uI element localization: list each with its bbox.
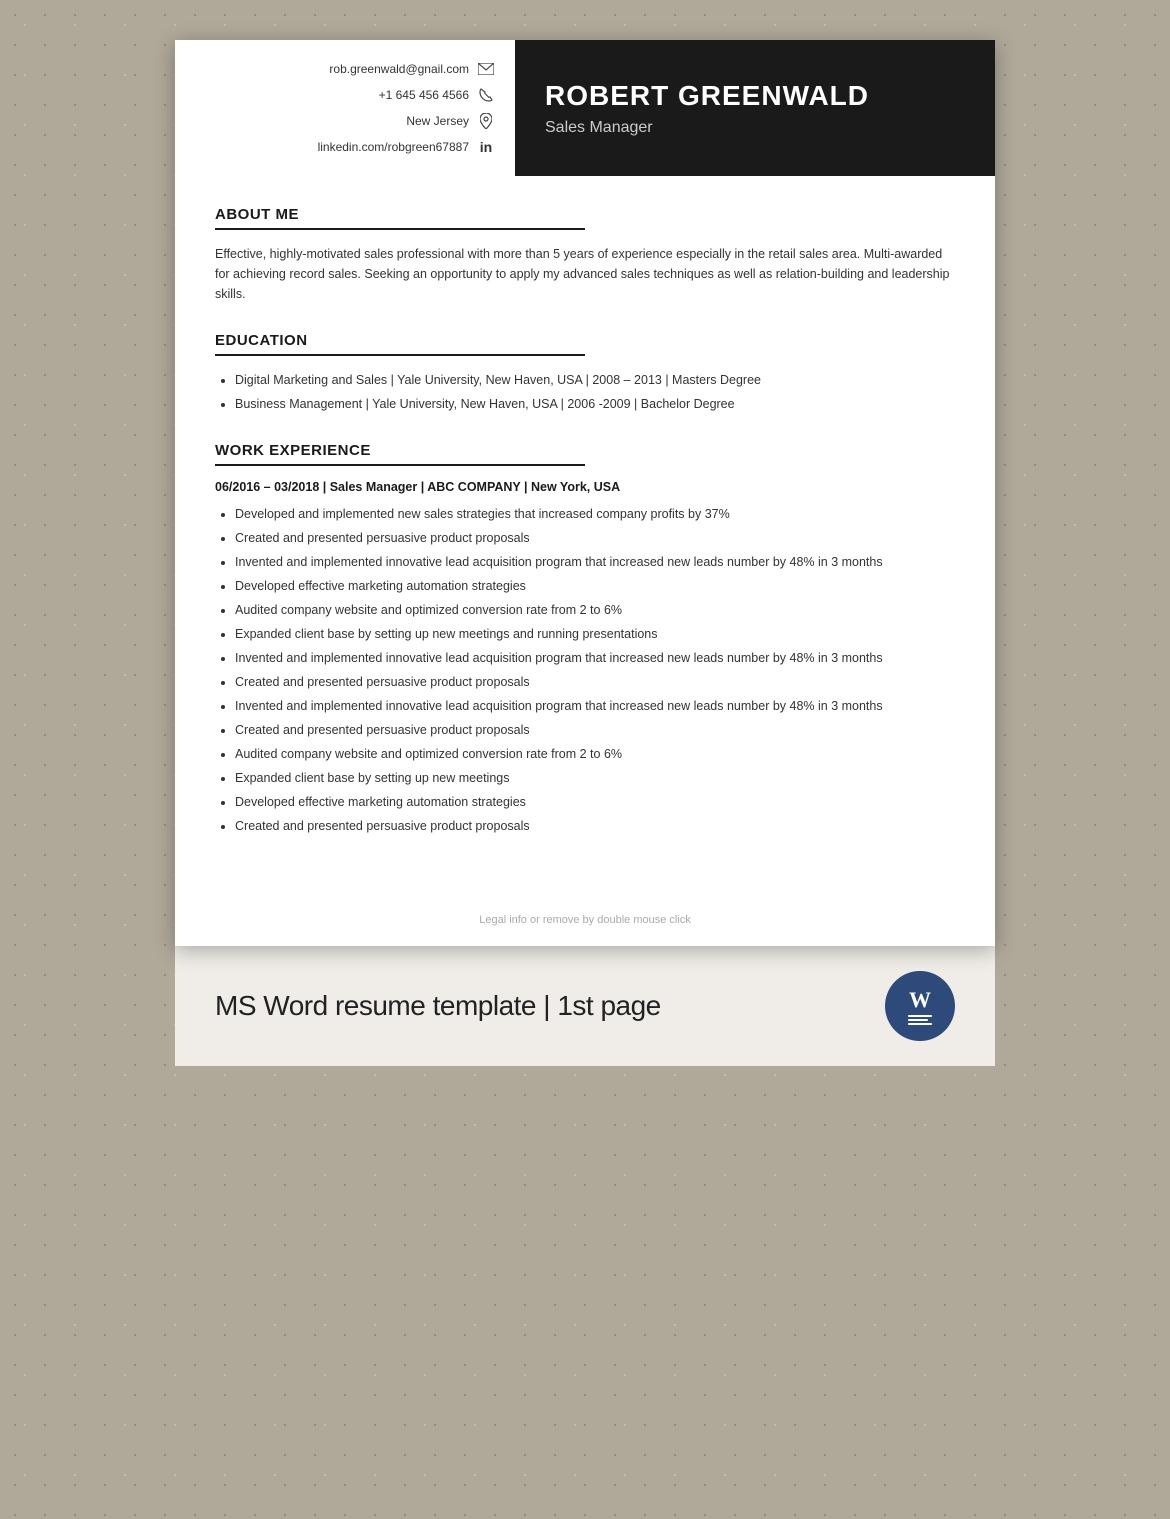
work-section: WORK EXPERIENCE 06/2016 – 03/2018 | Sale… [215,442,955,836]
bottom-bar: MS Word resume template | 1st page W [175,946,995,1066]
word-line-1 [908,1015,932,1017]
bullet-9: Invented and implemented innovative lead… [235,696,955,716]
linkedin-text: linkedin.com/robgreen67887 [318,140,469,154]
resume-name: ROBERT GREENWALD [545,79,965,113]
page-container: rob.greenwald@gnail.com +1 645 456 4566 [0,40,1170,1066]
bullet-3: Invented and implemented innovative lead… [235,552,955,572]
about-section: ABOUT ME Effective, highly-motivated sal… [215,206,955,304]
about-title: ABOUT ME [215,206,585,230]
job-header: 06/2016 – 03/2018 | Sales Manager | ABC … [215,480,955,494]
contact-section: rob.greenwald@gnail.com +1 645 456 4566 [175,40,515,176]
education-section: EDUCATION Digital Marketing and Sales | … [215,332,955,414]
education-list: Digital Marketing and Sales | Yale Unive… [215,370,955,414]
job-bullets: Developed and implemented new sales stra… [215,504,955,836]
phone-icon [477,86,495,104]
word-badge: W [885,971,955,1041]
word-line-3 [908,1023,932,1025]
work-title: WORK EXPERIENCE [215,442,585,466]
name-section: ROBERT GREENWALD Sales Manager [515,40,995,176]
resume-document: rob.greenwald@gnail.com +1 645 456 4566 [175,40,995,946]
location-text: New Jersey [406,114,469,128]
location-icon [477,112,495,130]
footer-note: Legal info or remove by double mouse cli… [175,894,995,946]
work-job-1: 06/2016 – 03/2018 | Sales Manager | ABC … [215,480,955,836]
word-badge-inner: W [908,987,932,1025]
word-line-2 [908,1019,928,1021]
edu-item-2: Business Management | Yale University, N… [235,394,955,414]
resume-body: ABOUT ME Effective, highly-motivated sal… [175,176,995,894]
contact-phone-item: +1 645 456 4566 [215,86,495,104]
bullet-5: Audited company website and optimized co… [235,600,955,620]
word-w-letter: W [909,987,931,1013]
bullet-11: Audited company website and optimized co… [235,744,955,764]
contact-email-item: rob.greenwald@gnail.com [215,60,495,78]
bullet-8: Created and presented persuasive product… [235,672,955,692]
bullet-10: Created and presented persuasive product… [235,720,955,740]
bullet-14: Created and presented persuasive product… [235,816,955,836]
contact-linkedin-item: linkedin.com/robgreen67887 in [215,138,495,156]
bullet-4: Developed effective marketing automation… [235,576,955,596]
word-lines-decoration [908,1015,932,1025]
resume-job-title: Sales Manager [545,119,965,137]
bullet-7: Invented and implemented innovative lead… [235,648,955,668]
email-text: rob.greenwald@gnail.com [329,62,469,76]
about-text: Effective, highly-motivated sales profes… [215,244,955,304]
contact-location-item: New Jersey [215,112,495,130]
bullet-1: Developed and implemented new sales stra… [235,504,955,524]
bullet-6: Expanded client base by setting up new m… [235,624,955,644]
footer-text: Legal info or remove by double mouse cli… [479,914,691,926]
education-title: EDUCATION [215,332,585,356]
edu-item-1: Digital Marketing and Sales | Yale Unive… [235,370,955,390]
bullet-2: Created and presented persuasive product… [235,528,955,548]
phone-text: +1 645 456 4566 [379,88,469,102]
bottom-label: MS Word resume template | 1st page [215,990,661,1022]
bullet-13: Developed effective marketing automation… [235,792,955,812]
linkedin-icon: in [477,138,495,156]
email-icon [477,60,495,78]
bullet-12: Expanded client base by setting up new m… [235,768,955,788]
resume-header: rob.greenwald@gnail.com +1 645 456 4566 [175,40,995,176]
